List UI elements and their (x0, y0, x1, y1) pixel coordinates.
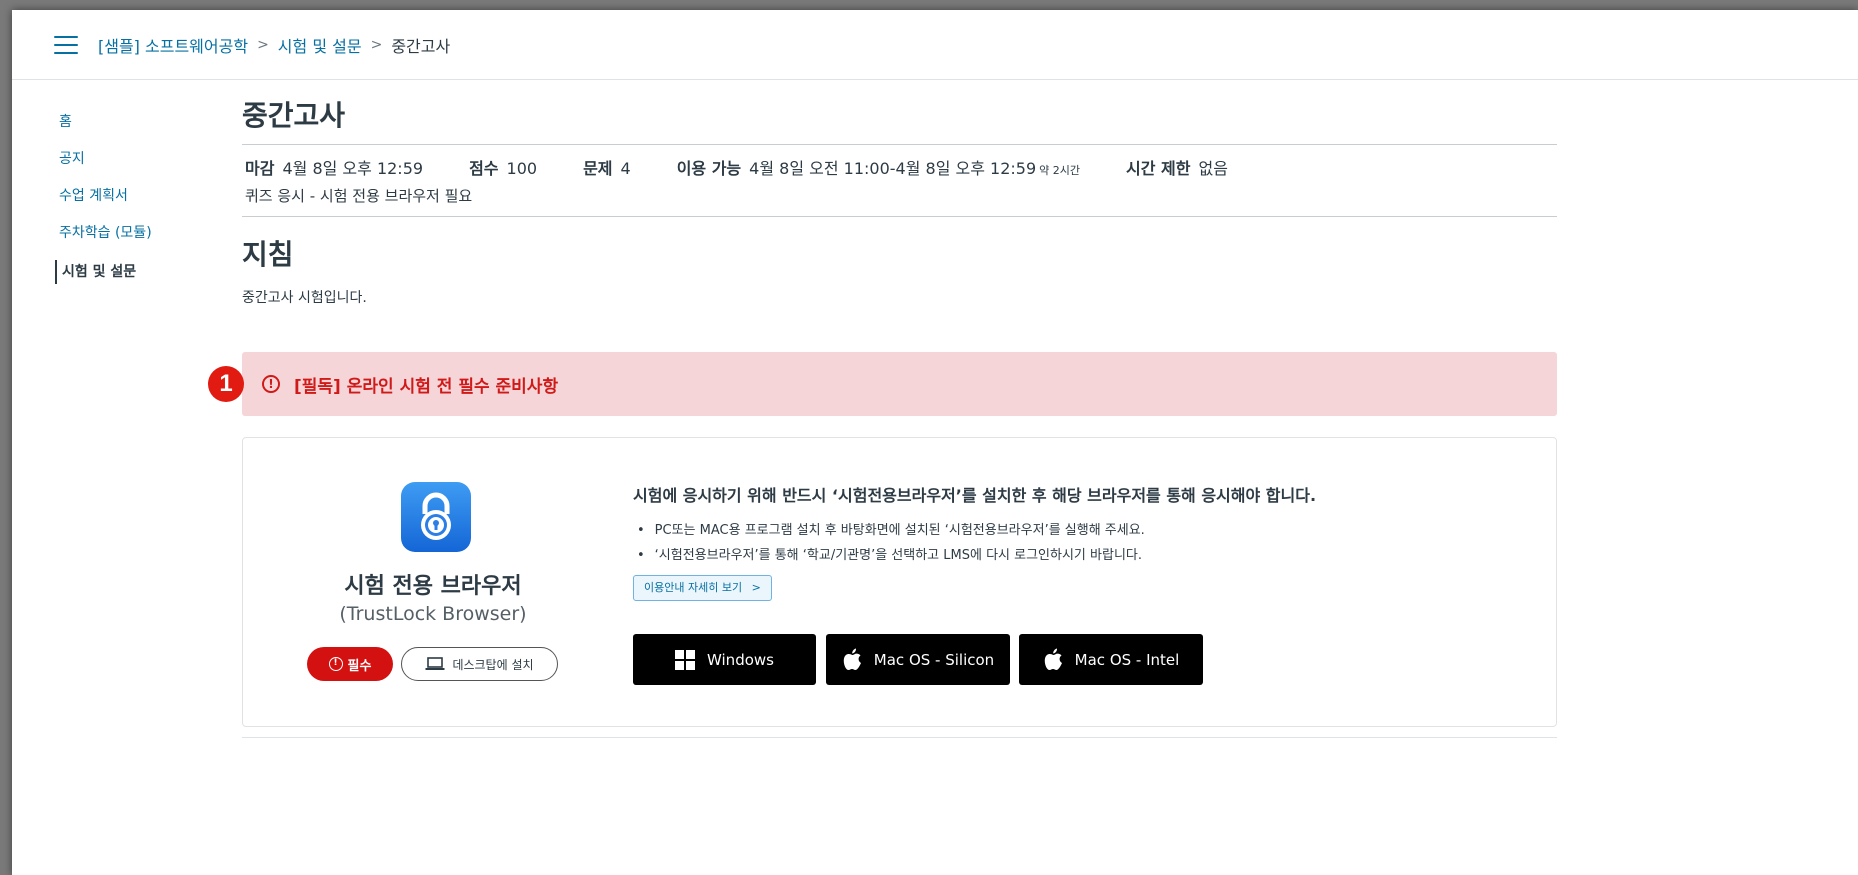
available-duration: 약 2시간 (1039, 164, 1081, 177)
install-desktop-button[interactable]: 데스크탑에 설치 (401, 647, 558, 681)
nav-item-announcements[interactable]: 공지 (55, 149, 205, 169)
time-limit-label: 시간 제한 (1126, 159, 1191, 178)
download-mac-intel-label: Mac OS - Intel (1074, 650, 1180, 669)
top-bar: [샘플] 소프트웨어공학 > 시험 및 설문 > 중간고사 (12, 10, 1858, 80)
alert-circle-icon: ! (328, 657, 343, 671)
list-item: ‘시험전용브라우저’를 통해 ‘학교/기관명’을 선택하고 LMS에 다시 로그… (637, 543, 1145, 568)
install-desktop-label: 데스크탑에 설치 (452, 657, 534, 672)
download-windows-label: Windows (707, 650, 774, 669)
points-value: 100 (506, 159, 538, 178)
available-value: 4월 8일 오전 11:00-4월 8일 오후 12:59 (749, 159, 1037, 178)
available-label: 이용 가능 (676, 159, 742, 178)
apple-icon (843, 648, 861, 670)
questions-value: 4 (620, 159, 631, 178)
time-limit-value: 없음 (1198, 159, 1228, 178)
breadcrumb-current: 중간고사 (391, 36, 451, 56)
usage-guide-label: 이용안내 자세히 보기 (644, 581, 743, 594)
download-mac-intel-button[interactable]: Mac OS - Intel (1019, 634, 1203, 685)
instructions-title: 지침 (242, 238, 294, 271)
alert-text: [필독] 온라인 시험 전 필수 준비사항 (294, 376, 559, 397)
nav-item-quizzes[interactable]: 시험 및 설문 (55, 260, 205, 284)
browser-subtitle: (TrustLock Browser) (339, 603, 527, 625)
padlock-app-icon (401, 482, 471, 552)
step-number-badge: 1 (208, 366, 244, 402)
alert-circle-icon: ! (262, 375, 280, 393)
download-mac-silicon-button[interactable]: Mac OS - Silicon (826, 634, 1010, 685)
nav-item-home[interactable]: 홈 (55, 112, 205, 132)
windows-icon (675, 649, 696, 670)
questions-label: 문제 (583, 159, 613, 178)
divider (242, 737, 1557, 738)
points-label: 점수 (469, 159, 499, 178)
breadcrumb-section[interactable]: 시험 및 설문 (278, 33, 362, 57)
lockdown-browser-note: 퀴즈 응시 - 시험 전용 브라우저 필요 (245, 187, 473, 205)
quiz-page: [샘플] 소프트웨어공학 > 시험 및 설문 > 중간고사 홈 공지 수업 계획… (12, 10, 1858, 875)
nav-item-syllabus[interactable]: 수업 계획서 (55, 186, 205, 206)
download-mac-silicon-label: Mac OS - Silicon (873, 650, 995, 669)
usage-guide-link[interactable]: 이용안내 자세히 보기 > (633, 575, 772, 601)
list-item: PC또는 MAC용 프로그램 설치 후 바탕화면에 설치된 ‘시험전용브라우저’… (637, 518, 1145, 543)
due-value: 4월 8일 오후 12:59 (282, 159, 424, 178)
required-notice-alert[interactable]: ! [필독] 온라인 시험 전 필수 준비사항 (242, 352, 1557, 416)
required-label: 필수 (347, 658, 372, 674)
install-heading: 시험에 응시하기 위해 반드시 ‘시험전용브라우저’를 설치한 후 해당 브라우… (633, 486, 1317, 505)
lockdown-browser-card: 시험 전용 브라우저 (TrustLock Browser) ! 필수 데스크탑… (242, 437, 1557, 727)
breadcrumb-separator: > (257, 36, 269, 53)
instructions-text: 중간고사 시험입니다. (242, 290, 367, 306)
chevron-right-icon: > (751, 581, 761, 594)
breadcrumb-course[interactable]: [샘플] 소프트웨어공학 (98, 33, 248, 57)
download-windows-button[interactable]: Windows (633, 634, 816, 685)
quiz-details: 마감 4월 8일 오후 12:59 점수 100 문제 4 이용 가능 4월 8… (242, 144, 1557, 217)
required-button[interactable]: ! 필수 (307, 647, 393, 681)
nav-item-modules[interactable]: 주차학습 (모듈) (55, 223, 205, 243)
browser-name: 시험 전용 브라우저 (344, 574, 522, 599)
apple-icon (1044, 648, 1062, 670)
breadcrumb-separator: > (370, 36, 383, 53)
install-steps: PC또는 MAC용 프로그램 설치 후 바탕화면에 설치된 ‘시험전용브라우저’… (637, 518, 1145, 568)
hamburger-menu-icon[interactable] (54, 35, 78, 54)
main-content: 중간고사 마감 4월 8일 오후 12:59 점수 100 문제 4 이용 가능… (242, 96, 1557, 738)
browser-instructions: 시험에 응시하기 위해 반드시 ‘시험전용브라우저’를 설치한 후 해당 브라우… (633, 438, 1533, 728)
laptop-icon (425, 657, 445, 671)
course-navigation: 홈 공지 수업 계획서 주차학습 (모듈) 시험 및 설문 (55, 112, 205, 301)
browser-info: 시험 전용 브라우저 (TrustLock Browser) ! 필수 데스크탑… (243, 438, 623, 728)
page-title: 중간고사 (242, 99, 346, 132)
due-label: 마감 (245, 159, 275, 178)
